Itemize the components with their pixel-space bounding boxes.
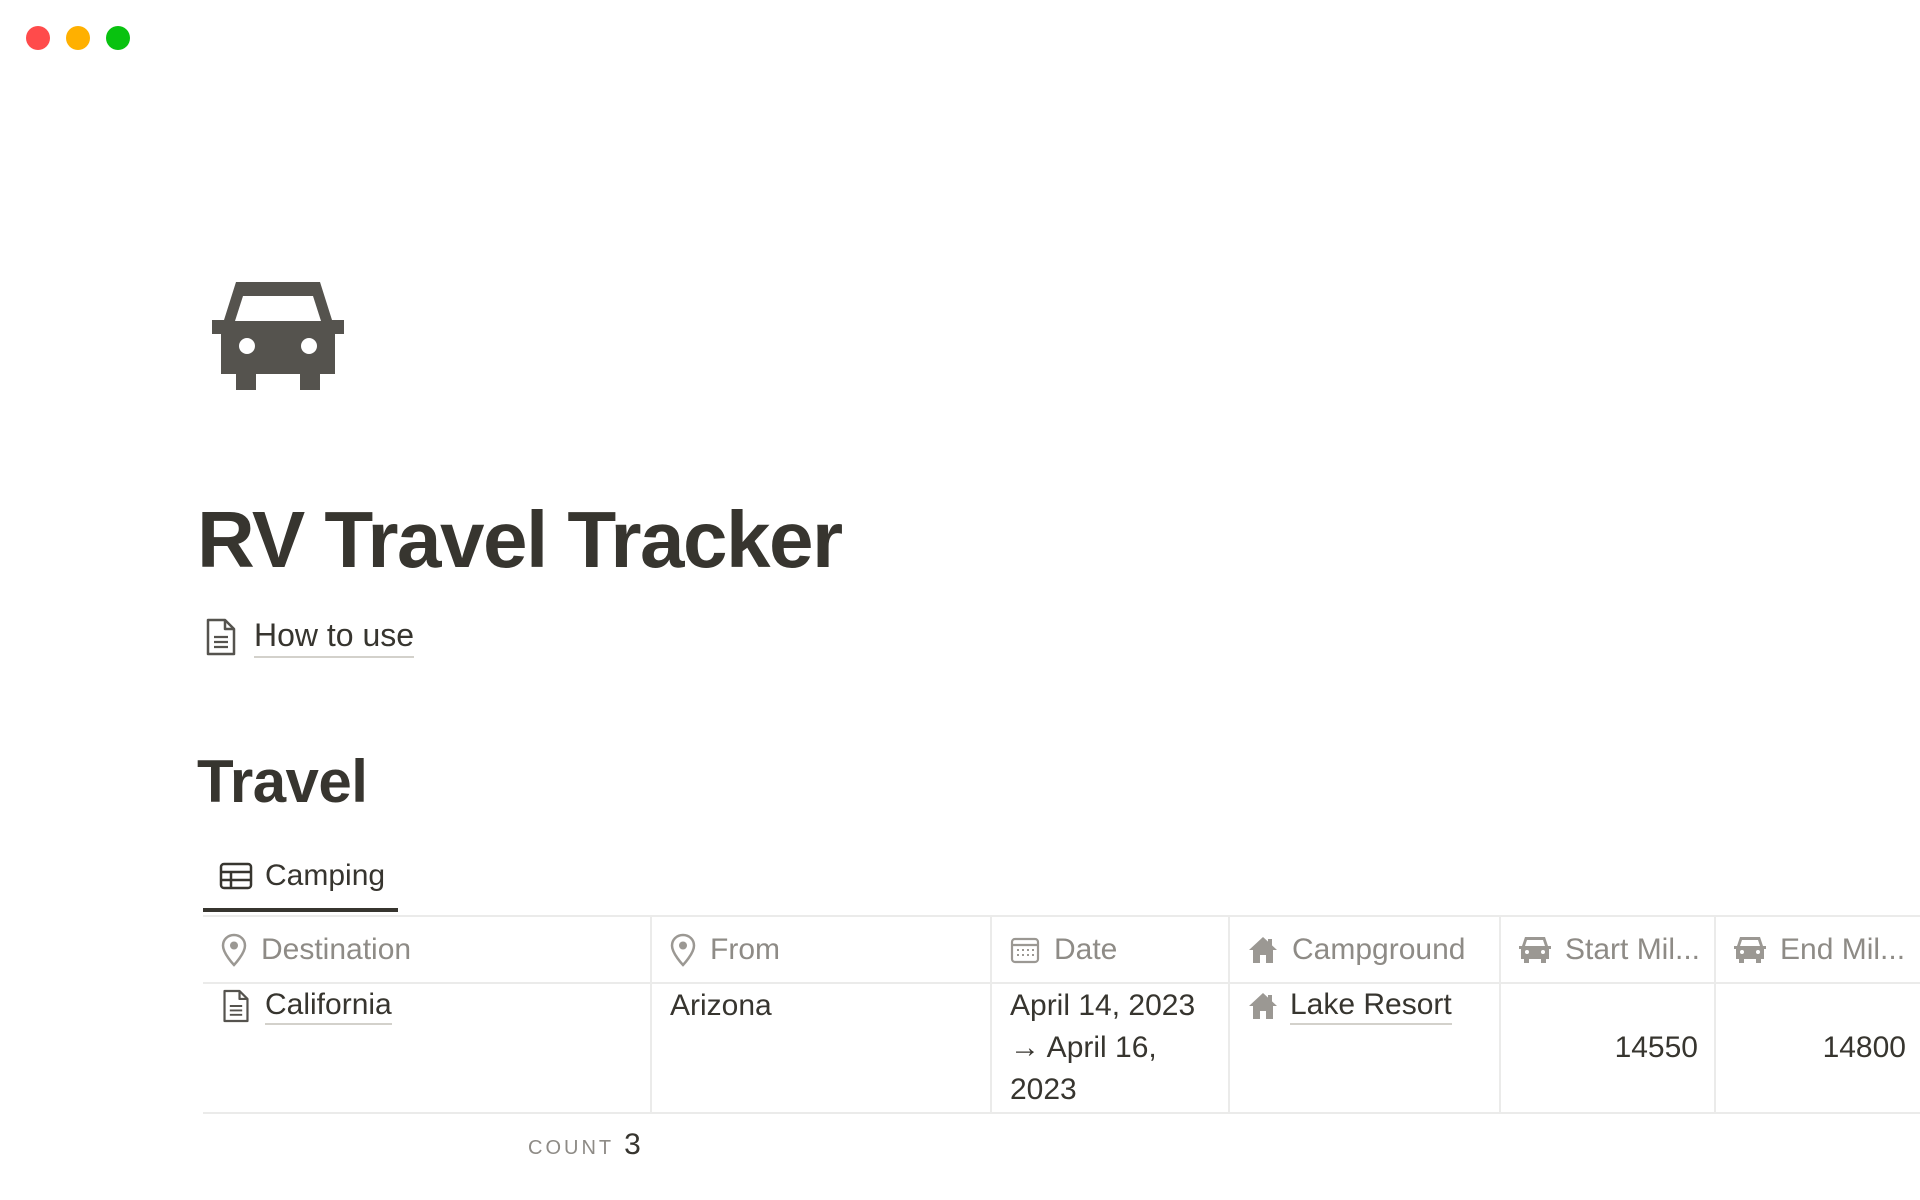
calendar-icon <box>1010 937 1040 963</box>
start-mileage-cell[interactable]: 14550 <box>1501 1027 1698 1069</box>
column-header-end-mileage[interactable]: End Mil... <box>1716 917 1920 982</box>
how-to-use-link[interactable]: How to use <box>204 615 415 658</box>
table-icon <box>219 862 253 890</box>
column-header-label: Campground <box>1292 932 1466 966</box>
end-mileage-cell[interactable]: 14800 <box>1716 1027 1906 1069</box>
date-cell[interactable]: April 14, 2023 → April 16, 2023 <box>1010 985 1222 1111</box>
house-icon <box>1249 993 1277 1019</box>
column-header-start-mileage[interactable]: Start Mil... <box>1501 917 1714 982</box>
car-icon[interactable] <box>212 282 344 390</box>
column-header-label: Destination <box>261 932 412 966</box>
location-pin-icon <box>221 933 247 967</box>
date-end-year: 2023 <box>1010 1073 1077 1106</box>
document-icon <box>223 989 249 1023</box>
zoom-window-button[interactable] <box>106 26 130 50</box>
minimize-window-button[interactable] <box>66 26 90 50</box>
tab-camping[interactable]: Camping <box>203 852 398 912</box>
count-value: 3 <box>624 1128 641 1161</box>
destination-link[interactable]: California <box>265 987 392 1025</box>
location-pin-icon <box>670 933 696 967</box>
from-cell[interactable]: Arizona <box>670 985 980 1027</box>
page-title: RV Travel Tracker <box>197 495 843 584</box>
column-header-destination[interactable]: Destination <box>203 917 650 982</box>
close-window-button[interactable] <box>26 26 50 50</box>
count-label: COUNT <box>528 1137 615 1159</box>
column-header-label: End Mil... <box>1780 932 1906 966</box>
column-header-date[interactable]: Date <box>992 917 1228 982</box>
document-icon <box>206 618 236 655</box>
column-header-campground[interactable]: Campground <box>1230 917 1499 982</box>
window-controls <box>26 26 130 50</box>
column-header-label: Start Mil... <box>1565 932 1701 966</box>
header-bottom-border <box>203 982 1920 984</box>
car-icon <box>1734 936 1766 963</box>
campground-cell[interactable]: Lake Resort <box>1248 985 1493 1027</box>
row-bottom-border <box>203 1112 1920 1114</box>
campground-link[interactable]: Lake Resort <box>1290 987 1452 1025</box>
house-icon <box>1249 936 1277 963</box>
date-end: → April 16, <box>1010 1031 1157 1064</box>
table-count-footer[interactable]: COUNT 3 <box>528 1128 641 1162</box>
tab-camping-label: Camping <box>265 859 386 892</box>
column-header-label: Date <box>1054 932 1118 966</box>
column-header-label: From <box>710 932 780 966</box>
destination-cell[interactable]: California <box>221 985 641 1027</box>
how-to-use-label: How to use <box>254 615 415 658</box>
date-start: April 14, 2023 <box>1010 989 1196 1022</box>
section-heading: Travel <box>197 748 368 815</box>
car-icon <box>1519 936 1551 963</box>
column-header-from[interactable]: From <box>652 917 990 982</box>
active-tab-indicator <box>203 908 398 912</box>
